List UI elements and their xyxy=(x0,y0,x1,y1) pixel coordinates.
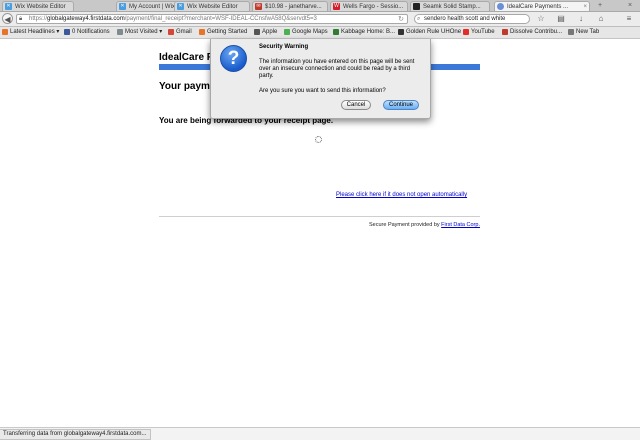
bookmark-label: Most Visited ▾ xyxy=(125,29,163,35)
home-icon[interactable]: ⌂ xyxy=(596,14,606,24)
back-button[interactable]: ◀ xyxy=(2,13,13,24)
tab-label: IdealCare Payments ... xyxy=(507,4,569,10)
search-value: sendero health scott and white xyxy=(424,16,506,22)
dialog-title: Security Warning xyxy=(259,44,309,50)
url-bar[interactable]: 🔒︎ https://globalgateway4.firstdata.com/… xyxy=(16,14,408,24)
bookmark-new-tab[interactable]: New Tab xyxy=(568,28,599,37)
first-data-link[interactable]: First Data Corp. xyxy=(441,222,480,228)
bookmarks-icon[interactable]: ▤ xyxy=(556,14,566,24)
star-icon[interactable]: ☆ xyxy=(536,14,546,24)
search-icon: ⌕ xyxy=(417,16,421,22)
close-window-icon[interactable]: × xyxy=(628,0,632,11)
apple-icon xyxy=(254,29,260,35)
tab-wells-fargo[interactable]: W Wells Fargo - Sessio... xyxy=(330,1,408,11)
tab-stamp[interactable]: Seamk Solid Stamp... xyxy=(410,1,490,11)
tab-idealcare-active[interactable]: IdealCare Payments ... × xyxy=(494,1,590,11)
bookmark-label: Latest Headlines ▾ xyxy=(10,29,60,35)
close-tab-icon[interactable]: × xyxy=(583,2,587,11)
secure-prefix: Secure Payment provided by xyxy=(369,222,442,228)
reload-icon[interactable]: ↻ xyxy=(398,15,404,23)
nav-bar: ◀ 🔒︎ https://globalgateway4.firstdata.co… xyxy=(0,12,640,27)
facebook-icon xyxy=(64,29,70,35)
tab-label: Wells Fargo - Sessio... xyxy=(343,4,404,10)
loading-icon xyxy=(497,3,504,10)
bookmark-label: Golden Rule UHOne xyxy=(406,29,462,35)
bookmark-dissolve[interactable]: Dissolve Contribu... xyxy=(502,28,562,37)
security-warning-dialog: ? Security Warning The information you h… xyxy=(210,39,431,119)
bookmark-gmail[interactable]: Gmail xyxy=(168,28,192,37)
url-path: /payment/final_receipt?merchant=WSF-IDEA… xyxy=(124,16,317,22)
menu-icon[interactable]: ≡ xyxy=(624,14,634,24)
tab-label: Wix Website Editor xyxy=(15,4,66,10)
tab-bar: ✕ Wix Website Editor ✕ My Account | Wix.… xyxy=(0,0,640,12)
status-text: Transferring data from globalgateway4.fi… xyxy=(0,429,151,440)
download-icon[interactable]: ↓ xyxy=(576,14,586,24)
dialog-question: Are you sure you want to send this infor… xyxy=(259,88,386,94)
youtube-icon xyxy=(463,29,469,35)
bookmark-golden-rule[interactable]: Golden Rule UHOne xyxy=(398,28,461,37)
tab-mail[interactable]: ✉ $10.98 - janetharve... xyxy=(252,1,328,11)
status-bar: Transferring data from globalgateway4.fi… xyxy=(0,427,640,440)
divider xyxy=(159,216,480,217)
loading-spinner-icon xyxy=(315,136,322,143)
gmail-icon xyxy=(168,29,174,35)
new-tab-button[interactable]: + xyxy=(598,0,602,11)
tab-wix-editor-1[interactable]: ✕ Wix Website Editor xyxy=(2,1,74,11)
url-host: globalgateway4.firstdata.com xyxy=(47,16,125,22)
bookmark-label: Dissolve Contribu... xyxy=(510,29,563,35)
firefox-icon xyxy=(199,29,205,35)
bookmark-label: Google Maps xyxy=(292,29,328,35)
continue-button[interactable]: Continue xyxy=(383,100,419,110)
bookmark-getting-started[interactable]: Getting Started xyxy=(199,28,247,37)
bookmark-apple[interactable]: Apple xyxy=(254,28,277,37)
bookmark-label: Getting Started xyxy=(207,29,248,35)
dissolve-icon xyxy=(502,29,508,35)
bookmarks-bar: Latest Headlines ▾ 0 Notifications Most … xyxy=(0,27,640,39)
lock-icon: 🔒︎ xyxy=(19,16,23,22)
mail-icon: ✉ xyxy=(255,3,262,10)
bookmark-kabbage[interactable]: Kabbage Home: B... xyxy=(333,28,395,37)
cancel-button[interactable]: Cancel xyxy=(341,100,371,110)
search-input[interactable]: ⌕ sendero health scott and white xyxy=(414,14,530,24)
bookmark-label: YouTube xyxy=(471,29,495,35)
bookmark-most-visited[interactable]: Most Visited ▾ xyxy=(117,28,162,37)
bookmark-label: 0 Notifications xyxy=(72,29,110,35)
url-scheme: https:// xyxy=(29,16,48,22)
bookmark-label: Kabbage Home: B... xyxy=(341,29,396,35)
x-icon: ✕ xyxy=(119,3,126,10)
bookmark-latest-headlines[interactable]: Latest Headlines ▾ xyxy=(2,28,59,37)
x-icon: ✕ xyxy=(177,3,184,10)
rss-icon xyxy=(2,29,8,35)
bookmark-label: Gmail xyxy=(176,29,192,35)
wf-icon: W xyxy=(333,3,340,10)
payment-message: Your payme xyxy=(159,81,216,92)
question-icon: ? xyxy=(220,45,247,72)
dialog-message: The information you have entered on this… xyxy=(259,59,415,79)
tab-wix-editor-2[interactable]: ✕ Wix Website Editor xyxy=(174,1,250,11)
tab-label: Wix Website Editor xyxy=(187,4,238,10)
bookmark-label: Apple xyxy=(262,29,278,35)
bookmark-label: New Tab xyxy=(576,29,600,35)
bookmark-google-maps[interactable]: Google Maps xyxy=(284,28,328,37)
bookmark-notifications[interactable]: 0 Notifications xyxy=(64,28,110,37)
page-icon xyxy=(568,29,574,35)
maps-icon xyxy=(284,29,290,35)
tab-label: Seamk Solid Stamp... xyxy=(423,4,481,10)
x-icon: ✕ xyxy=(5,3,12,10)
receipt-link[interactable]: Please click here if it does not open au… xyxy=(336,192,467,198)
tab-label: $10.98 - janetharve... xyxy=(265,4,322,10)
bookmark-youtube[interactable]: YouTube xyxy=(463,28,495,37)
square-icon xyxy=(413,3,420,10)
folder-icon xyxy=(117,29,123,35)
golden-rule-icon xyxy=(398,29,404,35)
kabbage-icon xyxy=(333,29,339,35)
secure-payment-note: Secure Payment provided by First Data Co… xyxy=(369,222,480,228)
